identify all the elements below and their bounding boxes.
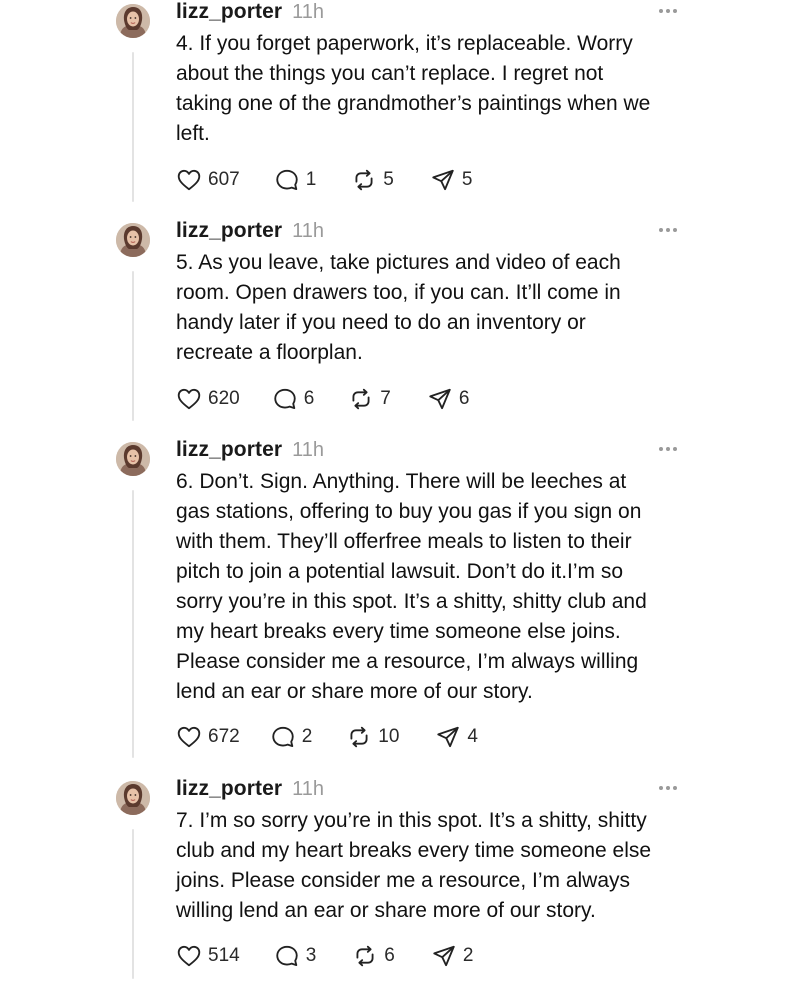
repost-button[interactable]: 5	[351, 167, 394, 193]
repost-icon	[346, 724, 372, 750]
post-text: 6. Don’t. Sign. Anything. There will be …	[176, 470, 647, 703]
reply-bubble-icon	[270, 724, 296, 750]
repost-count: 10	[378, 726, 400, 747]
avatar[interactable]	[116, 781, 150, 815]
like-count: 607	[208, 169, 240, 190]
more-options-button[interactable]	[655, 223, 681, 237]
post-actions: 607 1 5 5	[176, 165, 472, 195]
avatar[interactable]	[116, 442, 150, 476]
post-header: lizz_porter 11h	[176, 0, 324, 30]
more-options-button[interactable]	[655, 442, 681, 456]
share-button[interactable]: 6	[427, 386, 470, 412]
post-text: 7. I’m so sorry you’re in this spot. It’…	[176, 809, 652, 922]
repost-icon	[351, 167, 377, 193]
post-timestamp: 11h	[292, 1, 325, 23]
repost-button[interactable]: 7	[348, 386, 391, 412]
post-timestamp: 11h	[292, 220, 325, 242]
share-count: 4	[467, 726, 478, 747]
post-header: lizz_porter 11h	[176, 438, 324, 468]
post-actions: 620 6 7 6	[176, 384, 469, 414]
share-count: 2	[462, 945, 474, 966]
post-header: lizz_porter 11h	[176, 777, 324, 807]
post-header: lizz_porter 11h	[176, 219, 324, 249]
username-link[interactable]: lizz_porter	[176, 438, 282, 462]
repost-count: 5	[383, 169, 394, 190]
thread-connector-line	[132, 490, 134, 758]
like-button[interactable]: 620	[176, 386, 240, 412]
share-button[interactable]: 5	[430, 167, 473, 193]
user-avatar-image	[116, 781, 150, 815]
more-dots-icon	[655, 442, 681, 456]
repost-count: 7	[380, 388, 391, 409]
post-timestamp: 11h	[292, 778, 325, 800]
reply-bubble-icon	[272, 386, 298, 412]
reply-bubble-icon	[274, 943, 300, 969]
share-button[interactable]: 4	[435, 724, 478, 750]
heart-icon	[176, 724, 202, 750]
repost-button[interactable]: 10	[346, 724, 399, 750]
thread-connector-line	[132, 52, 134, 202]
username-link[interactable]: lizz_porter	[176, 219, 282, 243]
heart-icon	[176, 943, 202, 969]
reply-button[interactable]: 1	[274, 167, 317, 193]
share-button[interactable]: 2	[431, 943, 474, 969]
post-text: 5. As you leave, take pictures and video…	[176, 251, 621, 364]
share-count: 6	[458, 388, 470, 409]
like-button[interactable]: 514	[176, 943, 240, 969]
avatar[interactable]	[116, 4, 150, 38]
reply-count: 6	[303, 388, 315, 409]
repost-icon	[352, 943, 378, 969]
heart-icon	[176, 167, 202, 193]
share-send-icon	[431, 943, 457, 969]
more-dots-icon	[655, 223, 681, 237]
like-count: 514	[208, 945, 240, 966]
post-actions: 672 2 10 4	[176, 722, 478, 752]
post-timestamp: 11h	[292, 439, 325, 461]
like-count: 620	[208, 388, 240, 409]
share-send-icon	[430, 167, 456, 193]
share-count: 5	[461, 169, 473, 190]
reply-count: 3	[305, 945, 317, 966]
repost-button[interactable]: 6	[352, 943, 395, 969]
repost-icon	[348, 386, 374, 412]
like-button[interactable]: 672	[176, 724, 240, 750]
heart-icon	[176, 386, 202, 412]
repost-count: 6	[384, 945, 395, 966]
post-actions: 514 3 6 2	[176, 941, 473, 971]
more-dots-icon	[655, 781, 681, 795]
avatar[interactable]	[116, 223, 150, 257]
reply-count: 2	[301, 726, 313, 747]
more-options-button[interactable]	[655, 781, 681, 795]
username-link[interactable]: lizz_porter	[176, 777, 282, 801]
like-button[interactable]: 607	[176, 167, 240, 193]
post-text: 4. If you forget paperwork, it’s replace…	[176, 32, 651, 145]
user-avatar-image	[116, 4, 150, 38]
reply-button[interactable]: 6	[272, 386, 315, 412]
username-link[interactable]: lizz_porter	[176, 0, 282, 24]
more-dots-icon	[655, 4, 681, 18]
reply-button[interactable]: 3	[274, 943, 317, 969]
user-avatar-image	[116, 442, 150, 476]
share-send-icon	[435, 724, 461, 750]
user-avatar-image	[116, 223, 150, 257]
more-options-button[interactable]	[655, 4, 681, 18]
thread-post-6: lizz_porter 11h 6. Don’t. Sign. Anything…	[0, 438, 793, 778]
like-count: 672	[208, 726, 240, 747]
thread-post-5: lizz_porter 11h 5. As you leave, take pi…	[0, 219, 793, 437]
thread-post-4: lizz_porter 11h 4. If you forget paperwo…	[0, 0, 793, 218]
reply-bubble-icon	[274, 167, 300, 193]
share-send-icon	[427, 386, 453, 412]
thread-connector-line	[132, 829, 134, 979]
thread-connector-line	[132, 271, 134, 421]
reply-button[interactable]: 2	[270, 724, 313, 750]
reply-count: 1	[305, 169, 317, 190]
thread-post-7: lizz_porter 11h 7. I’m so sorry you’re i…	[0, 777, 793, 997]
